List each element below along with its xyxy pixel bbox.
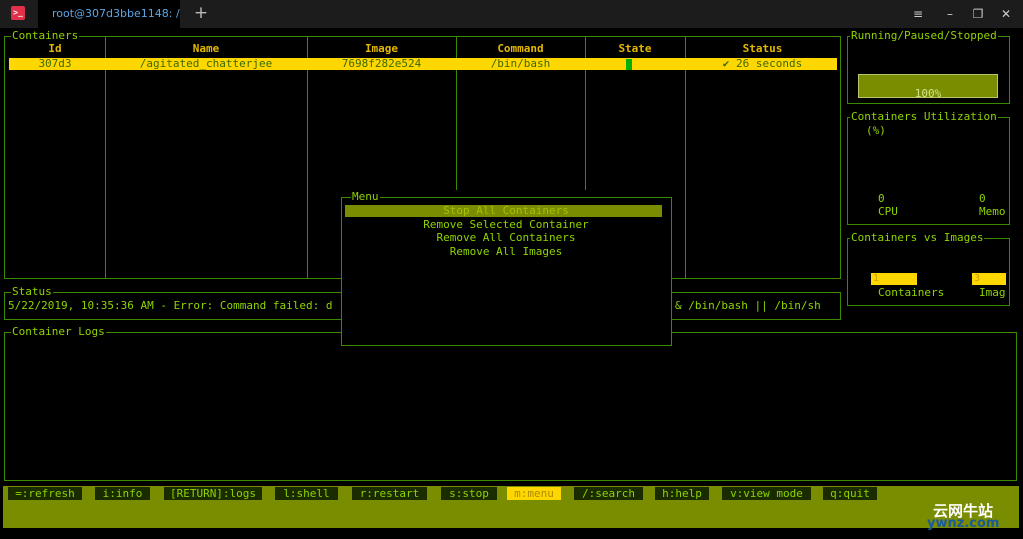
column-header-name[interactable]: Name <box>105 42 307 55</box>
images-count-label: Imag <box>979 286 1006 299</box>
key-search[interactable]: /:search <box>574 487 643 500</box>
cpu-label: CPU <box>878 205 898 218</box>
close-icon[interactable]: ✕ <box>996 4 1016 24</box>
cell-status: ✔ 26 seconds <box>722 57 803 70</box>
cpu-value: 0 <box>878 192 885 205</box>
containers-utilization-panel: Containers Utilization (%) 0 CPU 0 Memo <box>847 110 1010 225</box>
key-quit[interactable]: q:quit <box>823 487 877 500</box>
status-message-tail: & /bin/bash || /bin/sh <box>675 299 821 312</box>
memory-value: 0 <box>979 192 986 205</box>
column-divider <box>105 37 106 278</box>
new-tab-button[interactable]: + <box>188 2 214 26</box>
cell-command: /bin/bash <box>490 57 551 70</box>
menu-item-stop-all-containers[interactable]: Stop All Containers <box>342 204 670 217</box>
running-progress-label: 100% <box>914 87 942 100</box>
column-divider <box>307 37 308 278</box>
containers-count-label: Containers <box>878 286 945 299</box>
utilization-panel-title: Containers Utilization <box>850 110 998 124</box>
containers-vs-images-panel: Containers vs Images 1 Containers 3 Imag <box>847 231 1010 306</box>
menu-item-remove-all-containers[interactable]: Remove All Containers <box>342 231 670 244</box>
containers-count-bar: 1 <box>871 273 917 285</box>
cell-id: 307d3 <box>38 57 72 70</box>
menu-dialog: Menu Stop All Containers Remove Selected… <box>341 190 672 346</box>
key-logs[interactable]: [RETURN]:logs <box>164 487 262 500</box>
state-running-indicator <box>626 59 632 70</box>
key-help[interactable]: h:help <box>655 487 709 500</box>
watermark-url: ywnz.com <box>927 516 1000 531</box>
terminal-icon[interactable]: >_ <box>11 6 25 20</box>
menu-title: Menu <box>351 190 380 204</box>
running-panel-title: Running/Paused/Stopped <box>850 29 998 43</box>
cvi-panel-title: Containers vs Images <box>850 231 985 245</box>
key-refresh[interactable]: =:refresh <box>8 487 82 500</box>
key-stop[interactable]: s:stop <box>441 487 497 500</box>
maximize-icon[interactable]: ❐ <box>968 4 988 24</box>
column-header-command[interactable]: Command <box>456 42 585 55</box>
keybindings-bar: =:refresh i:info [RETURN]:logs l:shell r… <box>3 486 1019 528</box>
column-header-status[interactable]: Status <box>685 42 840 55</box>
key-info[interactable]: i:info <box>95 487 150 500</box>
minimize-icon[interactable]: – <box>940 4 960 24</box>
column-header-image[interactable]: Image <box>307 42 456 55</box>
key-view-mode[interactable]: v:view mode <box>722 487 811 500</box>
images-count-bar: 3 <box>972 273 1006 285</box>
container-logs-title: Container Logs <box>11 325 106 339</box>
column-divider <box>685 37 686 278</box>
column-header-state[interactable]: State <box>585 42 685 55</box>
status-panel-title: Status <box>11 285 53 299</box>
cell-name: /agitated_chatterjee <box>139 57 273 70</box>
container-logs-panel: Container Logs <box>4 325 1017 481</box>
utilization-unit: (%) <box>866 124 886 137</box>
memory-label: Memo <box>979 205 1006 218</box>
key-shell[interactable]: l:shell <box>275 487 338 500</box>
cell-image: 7698f282e524 <box>341 57 422 70</box>
running-paused-stopped-panel: Running/Paused/Stopped 100% <box>847 29 1010 104</box>
containers-panel-title: Containers <box>11 29 80 43</box>
menu-item-remove-all-images[interactable]: Remove All Images <box>342 245 670 258</box>
status-message: 5/22/2019, 10:35:36 AM - Error: Command … <box>8 299 333 312</box>
column-header-id[interactable]: Id <box>5 42 105 55</box>
key-restart[interactable]: r:restart <box>352 487 427 500</box>
hamburger-menu-icon[interactable]: ≡ <box>908 4 928 24</box>
menu-item-remove-selected-container[interactable]: Remove Selected Container <box>342 218 670 231</box>
key-menu[interactable]: m:menu <box>507 487 561 500</box>
tab-title[interactable]: root@307d3bbe1148: / <box>52 7 180 20</box>
